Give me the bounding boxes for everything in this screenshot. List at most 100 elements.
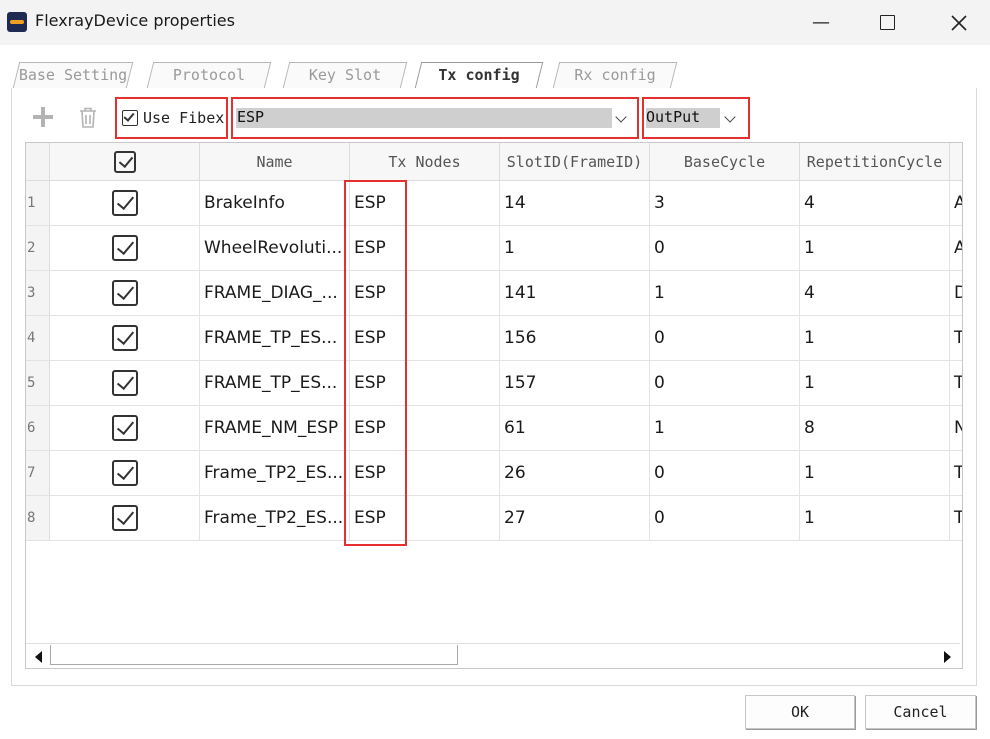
cell-base-cycle[interactable]: 0: [650, 316, 800, 361]
cell-repetition-cycle[interactable]: 4: [800, 181, 950, 226]
cell-base-cycle[interactable]: 0: [650, 361, 800, 406]
plus-icon[interactable]: [33, 107, 53, 127]
scrollbar-thumb[interactable]: [50, 645, 458, 665]
cell-enabled: [50, 316, 200, 361]
app-icon: [7, 12, 27, 32]
cell-slot-id[interactable]: 14: [500, 181, 650, 226]
column-header-base-cycle[interactable]: BaseCycle: [650, 143, 800, 181]
cell-enabled: [50, 181, 200, 226]
ok-button[interactable]: OK: [745, 695, 855, 729]
window-title: FlexrayDevice properties: [35, 11, 235, 30]
select-all-checkbox[interactable]: [113, 150, 136, 173]
row-number: 4: [26, 316, 50, 361]
cell-enabled: [50, 451, 200, 496]
row-number: 6: [26, 406, 50, 451]
cell-enabled: [50, 496, 200, 541]
cell-repetition-cycle[interactable]: 1: [800, 316, 950, 361]
title-bar: FlexrayDevice properties —: [0, 0, 990, 45]
row-checkbox[interactable]: [111, 370, 138, 396]
node-select-value: ESP: [237, 108, 265, 126]
cell-enabled: [50, 226, 200, 271]
cell-name[interactable]: BrakeInfo: [200, 181, 350, 226]
cell-base-cycle[interactable]: 0: [650, 226, 800, 271]
direction-select-value: OutPut: [646, 108, 701, 126]
cell-base-cycle[interactable]: 3: [650, 181, 800, 226]
row-number: 3: [26, 271, 50, 316]
select-all-header[interactable]: [50, 143, 200, 181]
column-header-name[interactable]: Name: [200, 143, 350, 181]
use-fibex-checkbox[interactable]: [122, 110, 138, 126]
tab-base-setting[interactable]: Base Setting: [12, 62, 134, 88]
cell-overflow[interactable]: T: [950, 496, 962, 541]
cell-slot-id[interactable]: 141: [500, 271, 650, 316]
trash-icon[interactable]: [79, 107, 97, 128]
row-checkbox[interactable]: [111, 415, 138, 441]
scroll-right-icon[interactable]: [944, 651, 951, 663]
cell-enabled: [50, 361, 200, 406]
cell-slot-id[interactable]: 27: [500, 496, 650, 541]
cell-repetition-cycle[interactable]: 1: [800, 226, 950, 271]
cell-slot-id[interactable]: 157: [500, 361, 650, 406]
row-checkbox[interactable]: [111, 190, 138, 216]
cell-overflow[interactable]: T: [950, 316, 962, 361]
tab-key-slot[interactable]: Key Slot: [282, 62, 408, 88]
cell-overflow[interactable]: T: [950, 451, 962, 496]
tab-tx-config[interactable]: Tx config: [414, 62, 544, 88]
cancel-button[interactable]: Cancel: [865, 695, 976, 729]
cell-name[interactable]: FRAME_NM_ESP: [200, 406, 350, 451]
cell-name[interactable]: FRAME_TP_ES...: [200, 361, 350, 406]
cell-repetition-cycle[interactable]: 8: [800, 406, 950, 451]
cell-base-cycle[interactable]: 0: [650, 496, 800, 541]
row-checkbox[interactable]: [111, 460, 138, 486]
cell-overflow[interactable]: N: [950, 406, 962, 451]
minimize-button[interactable]: —: [798, 0, 844, 45]
cell-overflow[interactable]: D: [950, 271, 962, 316]
row-checkbox[interactable]: [111, 235, 138, 261]
scroll-left-icon[interactable]: [35, 651, 42, 663]
maximize-button[interactable]: [864, 0, 910, 45]
cell-enabled: [50, 271, 200, 316]
cell-enabled: [50, 406, 200, 451]
cell-base-cycle[interactable]: 0: [650, 451, 800, 496]
close-button[interactable]: [936, 0, 982, 45]
cell-name[interactable]: Frame_TP2_ES...: [200, 451, 350, 496]
cell-overflow[interactable]: A: [950, 181, 962, 226]
cell-slot-id[interactable]: 156: [500, 316, 650, 361]
row-number: 5: [26, 361, 50, 406]
cell-overflow[interactable]: A: [950, 226, 962, 271]
tx-nodes-highlight: [344, 180, 407, 546]
row-number: 2: [26, 226, 50, 271]
row-number: 1: [26, 181, 50, 226]
maximize-icon: [879, 15, 895, 30]
corner-cell: [26, 143, 50, 181]
cell-name[interactable]: WheelRevoluti...: [200, 226, 350, 271]
column-header-overflow: [950, 143, 962, 181]
column-header-tx-nodes[interactable]: Tx Nodes: [350, 143, 500, 181]
horizontal-scrollbar[interactable]: [26, 643, 960, 667]
close-icon: [951, 14, 967, 31]
tab-rx-config[interactable]: Rx config: [552, 62, 678, 88]
column-header-slot-id[interactable]: SlotID(FrameID): [500, 143, 650, 181]
cell-overflow[interactable]: T: [950, 361, 962, 406]
node-select[interactable]: [236, 108, 612, 128]
cell-repetition-cycle[interactable]: 4: [800, 271, 950, 316]
cell-repetition-cycle[interactable]: 1: [800, 496, 950, 541]
cell-repetition-cycle[interactable]: 1: [800, 451, 950, 496]
cell-repetition-cycle[interactable]: 1: [800, 361, 950, 406]
cell-slot-id[interactable]: 1: [500, 226, 650, 271]
row-checkbox[interactable]: [111, 325, 138, 351]
cell-base-cycle[interactable]: 1: [650, 406, 800, 451]
row-number: 7: [26, 451, 50, 496]
cell-slot-id[interactable]: 61: [500, 406, 650, 451]
column-header-repetition-cycle[interactable]: RepetitionCycle: [800, 143, 950, 181]
cell-base-cycle[interactable]: 1: [650, 271, 800, 316]
cell-name[interactable]: Frame_TP2_ES...: [200, 496, 350, 541]
cell-slot-id[interactable]: 26: [500, 451, 650, 496]
cell-name[interactable]: FRAME_DIAG_...: [200, 271, 350, 316]
row-checkbox[interactable]: [111, 280, 138, 306]
row-number: 8: [26, 496, 50, 541]
tx-frames-table: Name Tx Nodes SlotID(FrameID) BaseCycle …: [25, 142, 963, 669]
cell-name[interactable]: FRAME_TP_ES...: [200, 316, 350, 361]
row-checkbox[interactable]: [111, 505, 138, 531]
tab-protocol[interactable]: Protocol: [146, 62, 272, 88]
